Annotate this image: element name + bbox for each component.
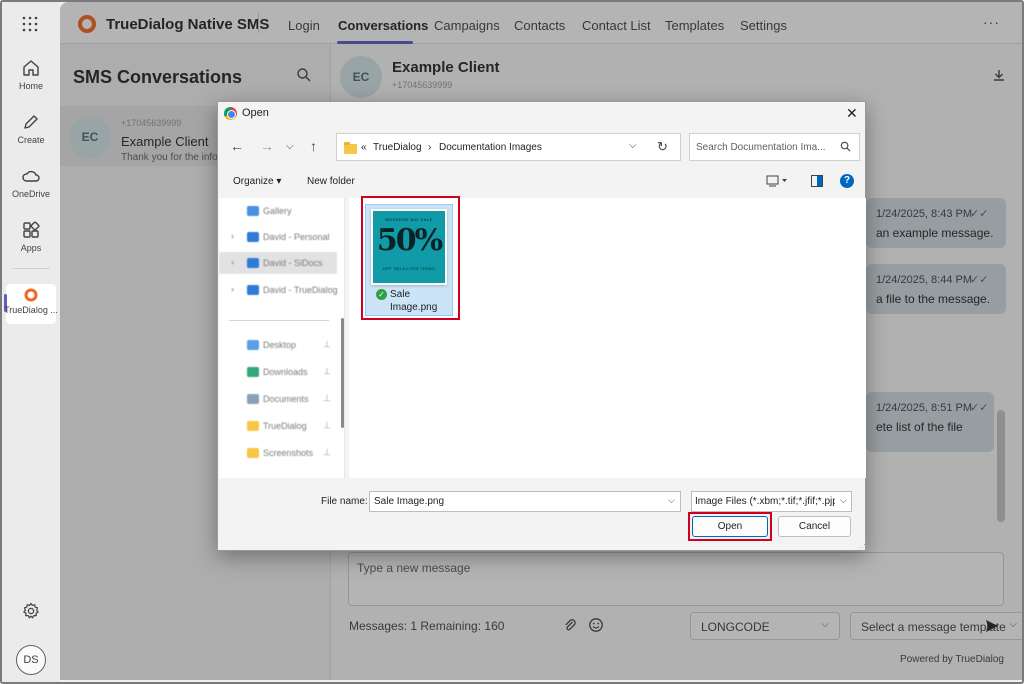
organize-menu[interactable]: Organize ▾ <box>233 176 281 187</box>
nav-pane-item[interactable]: Screenshots ⊥ <box>219 442 337 464</box>
nav-pane-item[interactable]: › David - TrueDialog <box>219 279 338 301</box>
rail-home[interactable]: Home <box>2 58 60 91</box>
rail-onedrive-label: OneDrive <box>11 189 50 199</box>
nav-pane-item[interactable]: Downloads ⊥ <box>219 361 337 383</box>
rail-home-label: Home <box>18 81 43 91</box>
pen-icon <box>24 115 38 129</box>
help-icon[interactable]: ? <box>840 174 854 188</box>
onedrive-icon <box>247 258 259 268</box>
highlight-box <box>688 512 772 541</box>
pin-icon: ⊥ <box>323 447 331 457</box>
nav-pane-item[interactable]: › David - Personal <box>219 226 337 248</box>
rail-truedialog-label: TrueDialog ... <box>4 305 58 315</box>
highlight-box <box>361 196 460 320</box>
folder-icon <box>247 448 259 458</box>
file-name-input-value: Sale Image.png <box>374 496 445 507</box>
file-type-select[interactable]: Image Files (*.xbm;*.tif;*.jfif;*.pjp ⌵ <box>691 491 852 512</box>
nav-pane-item[interactable]: TrueDialog ⊥ <box>219 415 337 437</box>
close-icon[interactable]: ✕ <box>846 105 858 122</box>
cloud-icon <box>22 170 40 182</box>
cancel-button[interactable]: Cancel <box>778 516 851 537</box>
documents-icon <box>247 394 259 404</box>
navigation-pane: Gallery › David - Personal › David - SiDoc… <box>219 198 345 478</box>
breadcrumb-separator: › <box>428 142 432 153</box>
onedrive-icon <box>247 232 259 242</box>
downloads-icon <box>247 367 259 377</box>
folder-icon <box>247 421 259 431</box>
nav-pane-item[interactable]: Documents ⊥ <box>219 388 337 410</box>
open-file-dialog: Open ✕ ← → ⌵ ↑ « TrueDialog › Documentat… <box>217 101 866 552</box>
dialog-search-input[interactable]: Search Documentation Ima... <box>689 133 860 161</box>
search-icon <box>840 141 851 155</box>
chevron-down-icon: ⌵ <box>840 495 847 505</box>
back-arrow-icon[interactable]: ← <box>230 138 244 154</box>
truedialog-icon <box>24 288 38 302</box>
rail-create[interactable]: Create <box>2 112 60 145</box>
nav-pane-divider <box>229 320 329 321</box>
pin-icon: ⊥ <box>323 366 331 376</box>
desktop-icon <box>247 340 259 350</box>
address-bar[interactable]: « TrueDialog › Documentation Images ⌵ ↻ <box>336 133 681 161</box>
nav-pane-item[interactable]: Desktop ⊥ <box>219 334 337 356</box>
pin-icon: ⊥ <box>323 339 331 349</box>
nav-pane-item[interactable]: Gallery <box>219 200 337 222</box>
new-folder-button[interactable]: New folder <box>307 176 355 187</box>
rail-create-label: Create <box>17 135 45 145</box>
rail-apps-label: Apps <box>20 243 42 253</box>
apps-icon <box>23 221 40 238</box>
home-icon <box>23 60 39 76</box>
view-options-icon[interactable] <box>766 175 788 190</box>
pin-icon: ⊥ <box>323 420 331 430</box>
preview-pane-icon[interactable] <box>811 175 823 190</box>
recent-locations-chevron-icon[interactable]: ⌵ <box>286 141 294 152</box>
path-root: « <box>361 142 367 153</box>
gallery-icon <box>247 206 259 216</box>
rail-truedialog[interactable]: TrueDialog ... <box>2 288 60 315</box>
rail-divider <box>12 268 50 269</box>
file-name-field-label: File name: <box>321 496 368 507</box>
breadcrumb-truedialog[interactable]: TrueDialog <box>373 142 422 153</box>
forward-arrow-icon[interactable]: → <box>260 138 274 154</box>
folder-icon <box>344 142 357 154</box>
chevron-down-icon[interactable]: ⌵ <box>668 495 675 506</box>
rail-apps[interactable]: Apps <box>2 220 60 253</box>
settings-gear-icon[interactable] <box>22 602 40 623</box>
nav-pane-item-selected[interactable]: › David - SiDocs <box>219 252 337 274</box>
resize-grip-icon[interactable]: ⋰ <box>858 543 866 552</box>
rail-onedrive[interactable]: OneDrive <box>2 166 60 199</box>
app-rail: Home Create OneDrive Apps TrueDialog ...… <box>2 2 60 682</box>
address-dropdown-chevron-icon[interactable]: ⌵ <box>629 140 637 151</box>
pin-icon: ⊥ <box>323 393 331 403</box>
onedrive-icon <box>247 285 259 295</box>
breadcrumb-documentation-images[interactable]: Documentation Images <box>439 142 542 153</box>
file-name-input[interactable]: Sale Image.png ⌵ <box>369 491 681 512</box>
nav-pane-scrollbar[interactable] <box>341 318 344 428</box>
user-avatar[interactable]: DS <box>16 645 46 675</box>
dialog-title: Open <box>242 107 269 119</box>
file-type-value: Image Files (*.xbm;*.tif;*.jfif;*.pjp <box>695 496 835 507</box>
chrome-icon <box>224 107 237 120</box>
up-arrow-icon[interactable]: ↑ <box>310 138 317 154</box>
refresh-icon[interactable]: ↻ <box>657 139 668 155</box>
dialog-search-placeholder: Search Documentation Ima... <box>696 142 826 153</box>
app-launcher-icon[interactable] <box>22 16 38 35</box>
